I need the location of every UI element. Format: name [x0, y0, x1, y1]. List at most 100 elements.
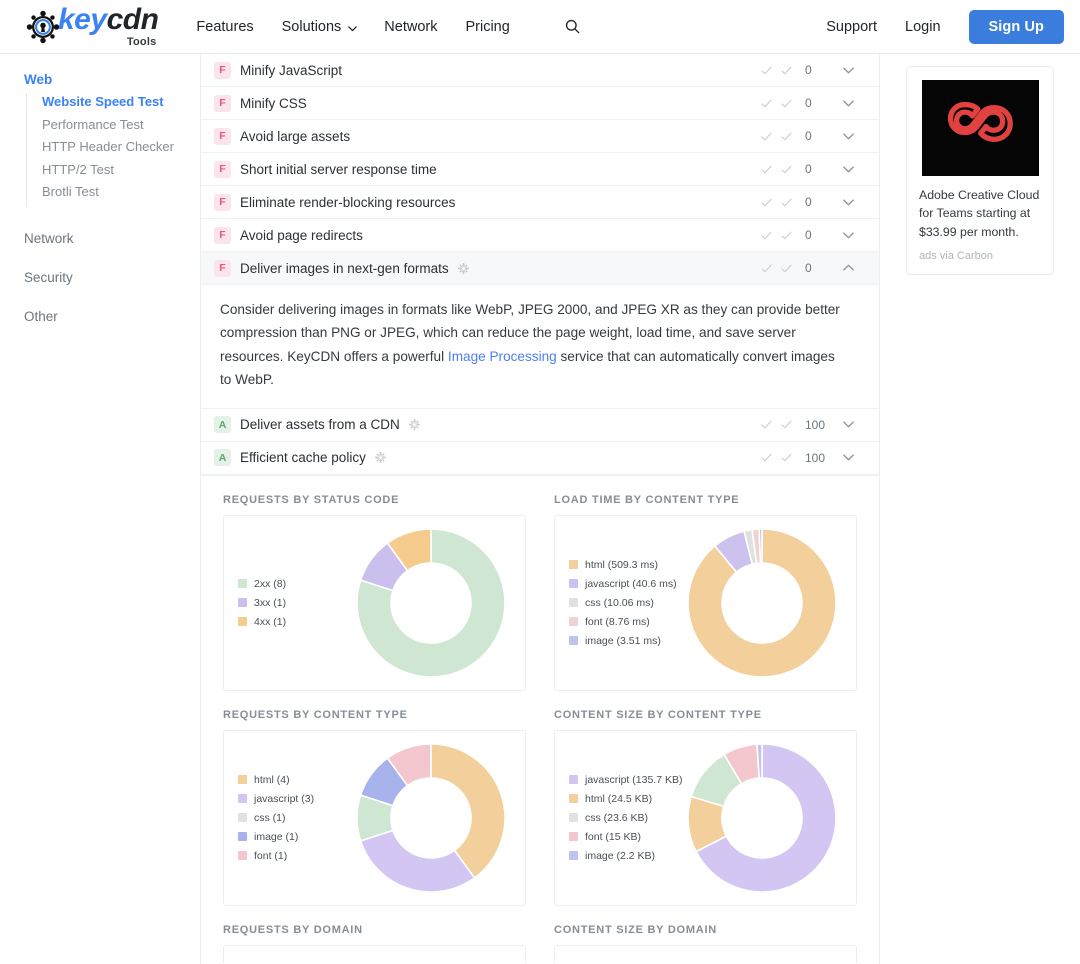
sidebar-item-network[interactable]: Network — [24, 231, 200, 246]
audit-row[interactable]: F Deliver images in next-gen formats 0 — [201, 252, 879, 285]
audit-title: Efficient cache policy — [240, 450, 366, 465]
ad-card[interactable]: Adobe Creative Cloud for Teams starting … — [906, 66, 1054, 276]
audit-grade-badge: F — [214, 127, 231, 145]
sidebar: Web Website Speed Test Performance Test … — [0, 54, 200, 964]
sidebar-item-brotli-test[interactable]: Brotli Test — [42, 183, 200, 201]
legend-swatch — [569, 794, 578, 803]
audit-title: Minify JavaScript — [240, 62, 343, 78]
audit-score: 100 — [805, 417, 826, 432]
check-icon — [761, 231, 772, 239]
legend-item: 3xx (1) — [238, 597, 350, 609]
audit-grade-badge: F — [214, 226, 231, 244]
legend-label: font (1) — [254, 849, 288, 862]
legend-label: html (509.3 ms) — [585, 558, 658, 571]
legend-label: font (8.76 ms) — [585, 615, 650, 628]
brand-logo[interactable]: keycdn Tools — [22, 3, 159, 48]
legend-swatch — [569, 851, 578, 860]
legend-swatch — [569, 560, 578, 569]
donut-svg — [686, 527, 837, 678]
nav-item-pricing[interactable]: Pricing — [465, 19, 509, 35]
chart-title: CONTENT SIZE BY CONTENT TYPE — [554, 708, 762, 721]
audit-toggle[interactable] — [831, 195, 865, 210]
legend-swatch — [569, 775, 578, 784]
audit-score: 0 — [805, 162, 812, 176]
audit-detail-panel: Consider delivering images in formats li… — [201, 285, 879, 409]
audit-check-icons — [760, 163, 793, 176]
search-icon[interactable] — [564, 18, 581, 35]
check-icon — [781, 132, 792, 140]
top-navbar: keycdn Tools Features Solutions Network … — [0, 0, 1080, 54]
legend-swatch — [238, 794, 247, 803]
legend-item: javascript (40.6 ms) — [569, 578, 681, 590]
page-body: Web Website Speed Test Performance Test … — [0, 54, 1080, 964]
nav-item-support[interactable]: Support — [826, 19, 877, 35]
legend-label: javascript (40.6 ms) — [585, 577, 677, 590]
sidebar-item-http2-test[interactable]: HTTP/2 Test — [42, 161, 200, 179]
image-processing-link[interactable]: Image Processing — [448, 349, 557, 364]
audit-score: 0 — [805, 228, 812, 242]
audit-row[interactable]: A Efficient cache policy 100 — [201, 441, 879, 475]
donut-svg — [687, 742, 838, 893]
chart-row-2: REQUESTS BY CONTENT TYPE html (4) javascr… — [223, 709, 857, 906]
audit-row[interactable]: A Deliver assets from a CDN 100 — [201, 408, 879, 442]
audit-row[interactable]: F Minify JavaScript 0 — [201, 54, 879, 87]
check-icon — [761, 264, 772, 272]
audit-toggle[interactable] — [831, 129, 865, 144]
chart-card — [223, 944, 526, 963]
sidebar-item-performance-test[interactable]: Performance Test — [42, 116, 200, 134]
chart-card: html (509.3 ms) javascript (40.6 ms) css (… — [554, 514, 857, 691]
audit-toggle[interactable] — [831, 96, 865, 111]
sign-up-button[interactable]: Sign Up — [968, 9, 1064, 44]
audit-title: Short initial server response time — [240, 161, 437, 177]
chart-content-size-by-content-type: CONTENT SIZE BY CONTENT TYPE javascript … — [554, 709, 857, 906]
brand-word-cdn: cdn — [106, 3, 159, 36]
check-icon — [761, 420, 772, 429]
audit-row[interactable]: F Avoid large assets 0 — [201, 120, 879, 153]
check-icon — [781, 99, 792, 107]
chart-card: javascript (135.7 KB) html (24.5 KB) css (… — [554, 729, 857, 906]
nav-item-network[interactable]: Network — [384, 19, 437, 35]
audit-list: F Minify JavaScript 0 F Minify CSS 0 F Avoid la… — [201, 54, 879, 476]
chevron-down-icon — [842, 99, 854, 106]
audit-row[interactable]: F Avoid page redirects 0 — [201, 219, 879, 252]
audit-toggle[interactable] — [831, 63, 865, 78]
chart-content-size-by-domain: CONTENT SIZE BY DOMAIN — [554, 924, 857, 963]
chart-card — [554, 944, 857, 963]
audit-toggle[interactable] — [831, 450, 865, 465]
audit-row[interactable]: F Short initial server response time 0 — [201, 153, 879, 186]
chevron-down-icon — [842, 165, 854, 172]
sidebar-item-other[interactable]: Other — [24, 309, 200, 324]
legend-swatch — [569, 832, 578, 841]
legend-label: css (10.06 ms) — [585, 596, 654, 609]
keycdn-badge-icon — [374, 451, 387, 464]
nav-item-features[interactable]: Features — [196, 19, 253, 35]
nav-item-features-label: Features — [196, 18, 254, 35]
audit-title: Deliver images in next-gen formats — [240, 260, 449, 276]
chart-title: REQUESTS BY CONTENT TYPE — [223, 708, 408, 721]
nav-item-pricing-label: Pricing — [465, 18, 510, 35]
chart-row-3: REQUESTS BY DOMAIN CONTENT SIZE BY DOMAI… — [223, 924, 857, 963]
legend-swatch — [238, 832, 247, 841]
nav-item-login[interactable]: Login — [905, 19, 940, 35]
donut-slice — [757, 527, 763, 564]
audit-toggle[interactable] — [831, 162, 865, 177]
sidebar-item-website-speed-test[interactable]: Website Speed Test — [42, 93, 200, 111]
chevron-down-icon — [842, 231, 854, 238]
audit-toggle[interactable] — [831, 261, 865, 276]
sidebar-item-http-header-checker[interactable]: HTTP Header Checker — [42, 138, 200, 156]
sidebar-item-security[interactable]: Security — [24, 270, 200, 285]
audit-row[interactable]: F Eliminate render-blocking resources 0 — [201, 186, 879, 219]
audit-title: Eliminate render-blocking resources — [240, 194, 456, 210]
legend-label: javascript (3) — [254, 792, 315, 805]
sidebar-group-web[interactable]: Web — [24, 72, 200, 87]
audit-toggle[interactable] — [831, 417, 865, 432]
legend-item: image (1) — [238, 831, 350, 843]
legend-item: html (4) — [238, 774, 350, 786]
legend-swatch — [569, 636, 578, 645]
legend-label: image (3.51 ms) — [585, 634, 661, 647]
audit-toggle[interactable] — [831, 228, 865, 243]
legend-item: 2xx (8) — [238, 578, 350, 590]
legend-label: javascript (135.7 KB) — [585, 773, 683, 786]
nav-item-solutions[interactable]: Solutions — [282, 19, 358, 35]
audit-row[interactable]: F Minify CSS 0 — [201, 87, 879, 120]
